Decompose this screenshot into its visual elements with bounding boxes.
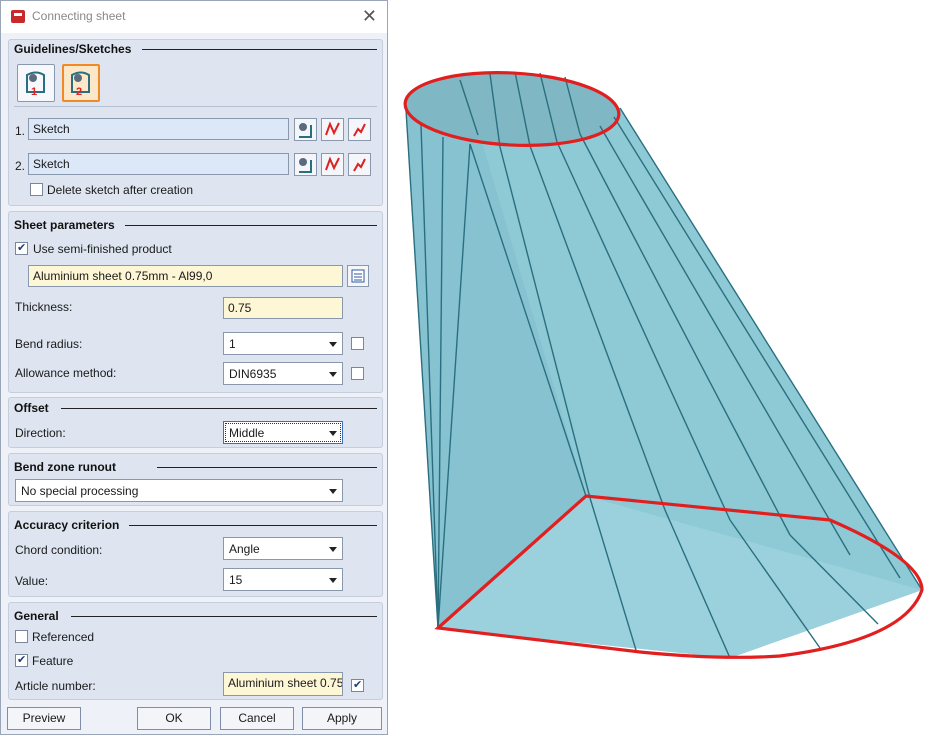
catalog-icon [351, 269, 365, 283]
sketch-2-field[interactable]: Sketch [28, 153, 289, 175]
sketch-new-icon [353, 123, 366, 137]
sketch-edit-icon [325, 121, 340, 136]
offset-section: Offset Direction: Middle [8, 397, 383, 448]
delete-sketch-checkbox[interactable] [30, 183, 43, 196]
chevron-down-icon [329, 578, 337, 583]
bend-radius-label: Bend radius: [15, 337, 83, 351]
row-2-index: 2. [15, 159, 26, 173]
semi-finished-label: Use semi-finished product [33, 242, 172, 256]
semi-finished-checkbox[interactable] [15, 241, 28, 255]
edit-sketch-1-button[interactable] [321, 118, 344, 141]
referenced-label: Referenced [32, 630, 95, 644]
sketch-one-icon: 1 [26, 71, 45, 98]
divider [14, 106, 377, 107]
apply-button[interactable]: Apply [302, 707, 382, 730]
value-label: Value: [15, 574, 49, 588]
referenced-checkbox[interactable] [15, 630, 28, 643]
sketch-1-field[interactable]: Sketch [28, 118, 289, 140]
accuracy-value: 15 [229, 573, 243, 587]
accuracy-section: Accuracy criterion Chord condition: Angl… [8, 511, 383, 597]
svg-text:1: 1 [31, 86, 37, 98]
chord-condition-select[interactable]: Angle [223, 537, 343, 560]
cancel-button[interactable]: Cancel [220, 707, 294, 730]
feature-checkbox[interactable] [15, 653, 28, 667]
allowance-method-checkbox[interactable] [351, 367, 364, 380]
section-title-general: General [14, 609, 59, 623]
bend-radius-checkbox[interactable] [351, 337, 364, 350]
article-number-field[interactable]: Aluminium sheet 0.75 [223, 672, 343, 696]
connecting-sheet-dialog: Connecting sheet ✕ Guidelines/Sketches 1… [0, 0, 388, 735]
title-bar: Connecting sheet ✕ [1, 1, 387, 33]
guideline-mode-1-button[interactable]: 1 [17, 64, 55, 102]
section-title-guidelines: Guidelines/Sketches [14, 42, 132, 56]
guideline-mode-2-button[interactable]: 2 [62, 64, 100, 102]
app-icon [11, 10, 25, 23]
section-title-accuracy: Accuracy criterion [14, 518, 120, 532]
sketch-two-icon: 2 [71, 71, 90, 98]
close-icon[interactable]: ✕ [362, 6, 377, 26]
pick-sketch-2-button[interactable] [294, 153, 317, 176]
pick-sketch-icon [299, 158, 312, 173]
divider [71, 616, 377, 617]
chevron-down-icon [329, 431, 337, 436]
row-1-index: 1. [15, 124, 26, 138]
divider [157, 467, 377, 468]
3d-viewport[interactable] [395, 50, 930, 670]
allowance-method-select[interactable]: DIN6935 [223, 362, 343, 385]
article-number-label: Article number: [15, 679, 96, 693]
section-title-offset: Offset [14, 401, 49, 415]
window-title: Connecting sheet [32, 9, 126, 23]
direction-value: Middle [229, 426, 265, 440]
allowance-method-value: DIN6935 [229, 367, 277, 381]
edit-sketch-2-button[interactable] [321, 153, 344, 176]
bend-zone-value: No special processing [21, 484, 139, 498]
direction-select[interactable]: Middle [223, 421, 343, 444]
accuracy-value-select[interactable]: 15 [223, 568, 343, 591]
chord-condition-value: Angle [229, 542, 260, 556]
chevron-down-icon [329, 342, 337, 347]
bend-radius-value: 1 [229, 337, 236, 351]
chevron-down-icon [329, 489, 337, 494]
divider [125, 225, 377, 226]
divider [129, 525, 377, 526]
sheet-parameters-section: Sheet parameters Use semi-finished produ… [8, 211, 383, 393]
thickness-label: Thickness: [15, 300, 73, 314]
section-title-bend-zone: Bend zone runout [14, 460, 116, 474]
sketch-new-icon [353, 158, 366, 172]
guidelines-section: Guidelines/Sketches 1 2 1. Sketch 2. Ske… [8, 39, 383, 206]
divider [61, 408, 377, 409]
allowance-method-label: Allowance method: [15, 366, 117, 380]
catalog-button[interactable] [347, 265, 369, 287]
preview-button[interactable]: Preview [7, 707, 81, 730]
chord-condition-label: Chord condition: [15, 543, 103, 557]
article-number-checkbox[interactable] [351, 678, 364, 692]
ok-button[interactable]: OK [137, 707, 211, 730]
divider [142, 49, 377, 50]
bend-zone-section: Bend zone runout No special processing [8, 453, 383, 506]
chevron-down-icon [329, 547, 337, 552]
semi-finished-product-field[interactable]: Aluminium sheet 0.75mm - Al99,0 [28, 265, 343, 287]
feature-label: Feature [32, 654, 74, 668]
sketch-edit-icon [325, 156, 340, 171]
bend-radius-select[interactable]: 1 [223, 332, 343, 355]
thickness-field[interactable]: 0.75 [223, 297, 343, 319]
svg-text:2: 2 [76, 86, 82, 98]
delete-sketch-label: Delete sketch after creation [47, 183, 194, 197]
pick-sketch-1-button[interactable] [294, 118, 317, 141]
section-title-sheet: Sheet parameters [14, 218, 115, 232]
new-sketch-1-button[interactable] [348, 118, 371, 141]
pick-sketch-icon [299, 123, 312, 138]
new-sketch-2-button[interactable] [348, 153, 371, 176]
direction-label: Direction: [15, 426, 66, 440]
bend-zone-select[interactable]: No special processing [15, 479, 343, 502]
chevron-down-icon [329, 372, 337, 377]
general-section: General Referenced Feature Article numbe… [8, 602, 383, 700]
